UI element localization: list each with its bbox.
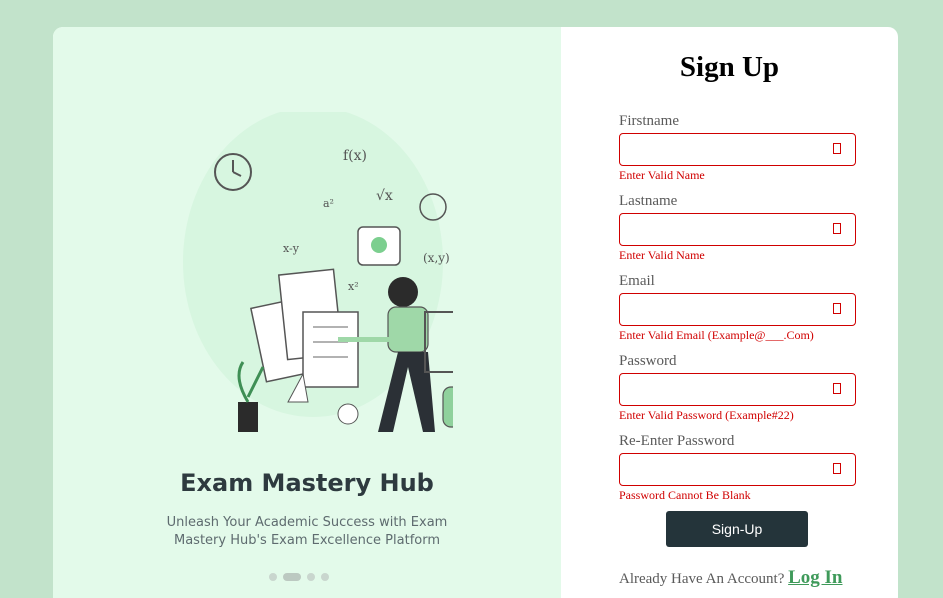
brand-subtitle-line: Mastery Hub's Exam Excellence Platform (173, 533, 441, 548)
login-link[interactable]: Log In (788, 567, 842, 588)
error-icon (833, 143, 841, 154)
firstname-error: Enter Valid Name (619, 168, 705, 182)
lastname-input-box (619, 213, 856, 246)
form-title: Sign Up (679, 51, 780, 83)
brand-title: Exam Mastery Hub (180, 469, 434, 497)
firstname-input-box (619, 133, 856, 166)
signup-form-panel: Sign Up Firstname Enter Valid Name Lastn… (561, 27, 898, 598)
lastname-field: Lastname Enter Valid Name (619, 191, 856, 262)
reenter-password-input[interactable] (620, 454, 820, 485)
password-error: Enter Valid Password (Example#22) (619, 408, 794, 422)
error-icon (833, 223, 841, 234)
promo-panel: f(x) √x x-y a² (x,y) x² Exam Mastery Hub… (53, 27, 561, 598)
signup-button[interactable]: Sign-Up (666, 511, 808, 547)
reenter-password-error: Password Cannot Be Blank (619, 488, 751, 502)
email-field: Email Enter Valid Email (Example@___.Com… (619, 271, 856, 342)
lastname-label: Lastname (619, 193, 678, 209)
signup-card: f(x) √x x-y a² (x,y) x² Exam Mastery Hub… (53, 27, 898, 598)
firstname-label: Firstname (619, 113, 679, 129)
carousel-dot[interactable] (321, 573, 329, 581)
login-prompt-text: Already Have An Account? (619, 571, 785, 587)
brand-subtitle: Unleash Your Academic Success with Exam … (53, 514, 561, 550)
email-input-box (619, 293, 856, 326)
password-input[interactable] (620, 374, 820, 405)
password-field: Password Enter Valid Password (Example#2… (619, 351, 856, 422)
error-icon (833, 383, 841, 394)
brand-subtitle-line: Unleash Your Academic Success with Exam (166, 515, 448, 530)
svg-text:x-y: x-y (283, 242, 300, 255)
svg-text:x²: x² (348, 280, 359, 293)
firstname-field: Firstname Enter Valid Name (619, 111, 856, 182)
svg-text:√x: √x (376, 188, 393, 204)
password-input-box (619, 373, 856, 406)
carousel-dot-active[interactable] (283, 573, 301, 581)
reenter-password-label: Re-Enter Password (619, 433, 735, 449)
login-prompt: Already Have An Account? Log In (619, 567, 843, 589)
carousel-dot[interactable] (307, 573, 315, 581)
svg-text:(x,y): (x,y) (423, 251, 450, 265)
email-error: Enter Valid Email (Example@___.Com) (619, 328, 814, 342)
svg-text:f(x): f(x) (343, 148, 367, 164)
email-label: Email (619, 273, 655, 289)
password-label: Password (619, 353, 677, 369)
carousel-dots (269, 573, 329, 581)
reenter-password-field: Re-Enter Password Password Cannot Be Bla… (619, 431, 856, 502)
svg-text:a²: a² (323, 197, 334, 210)
carousel-dot[interactable] (269, 573, 277, 581)
error-icon (833, 303, 841, 314)
lastname-error: Enter Valid Name (619, 248, 705, 262)
firstname-input[interactable] (620, 134, 820, 165)
reenter-password-input-box (619, 453, 856, 486)
email-input[interactable] (620, 294, 820, 325)
student-study-illustration: f(x) √x x-y a² (x,y) x² (183, 112, 453, 432)
error-icon (833, 463, 841, 474)
lastname-input[interactable] (620, 214, 820, 245)
